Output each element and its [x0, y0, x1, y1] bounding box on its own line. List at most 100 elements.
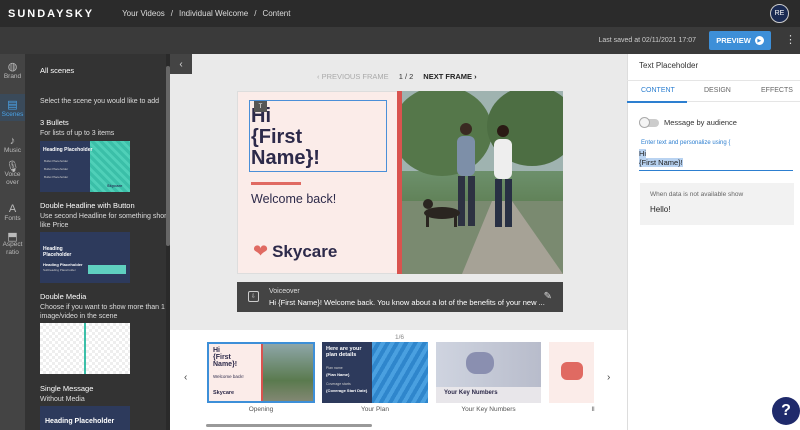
scene-title: Double Headline with Button: [40, 201, 135, 210]
next-frame-button[interactable]: NEXT FRAME ›: [423, 72, 476, 81]
app-logo[interactable]: SUNDAYSKY: [8, 8, 94, 20]
rail-item-music[interactable]: ♪ Music: [0, 135, 25, 154]
rail-label: Music: [4, 147, 21, 154]
palette-icon: ◍: [7, 61, 18, 73]
rail-item-fonts[interactable]: A Fonts: [0, 203, 25, 222]
toggle-knob[interactable]: [639, 117, 650, 128]
collapse-panel-icon[interactable]: ‹: [170, 54, 192, 74]
panel-title: Text Placeholder: [639, 61, 699, 70]
mic-icon: 🎙: [5, 161, 20, 173]
breadcrumb: Your Videos / Individual Welcome / Conte…: [122, 9, 290, 18]
toggle-label: Message by audience: [664, 118, 737, 127]
help-button[interactable]: ?: [772, 397, 800, 425]
text-field-label: Enter text and personalize using {: [641, 140, 731, 146]
text-selection-box[interactable]: [249, 100, 387, 172]
thumb-brand: Skycare: [107, 183, 123, 188]
rail-item-brand[interactable]: ◍ Brand: [0, 60, 25, 80]
scene-3-bullets[interactable]: 3 Bullets For lists of up to 3 items: [40, 118, 170, 138]
thumb-text: Coverage starts: [326, 382, 351, 386]
preview-label: PREVIEW: [716, 36, 751, 45]
fallback-box: [640, 183, 794, 225]
tab-effects[interactable]: EFFECTS: [761, 87, 793, 94]
voiceover-label: Voiceover: [269, 288, 300, 295]
rail-label: Brand: [3, 73, 22, 80]
scene-title: 3 Bullets: [40, 118, 69, 127]
scene-single-message[interactable]: Single Message Without Media: [40, 384, 170, 404]
rail-label: Scenes: [1, 111, 24, 118]
play-icon: ▶: [754, 36, 764, 45]
thumb-text: Here are your plan details: [326, 346, 362, 358]
voiceover-icon: ⇩: [248, 291, 259, 302]
scene-thumb-double-media[interactable]: [40, 323, 130, 374]
thumb-heading-2: Heading Placeholder: [43, 262, 83, 267]
scenes-panel: All scenes Select the scene you would li…: [25, 54, 170, 430]
scenes-title: All scenes: [40, 66, 75, 75]
thumb-text: {First: [213, 354, 231, 361]
filmstrip-counter: 1/6: [395, 334, 405, 341]
voiceover-bar[interactable]: ⇩ Voiceover Hi {First Name}! Welcome bac…: [237, 282, 563, 312]
edit-voiceover-icon[interactable]: ✎: [544, 291, 552, 302]
thumb-text: {Plan Name}: [326, 372, 350, 377]
brand-name: Skycare: [272, 241, 338, 261]
last-saved-text: Last saved at 02/11/2021 17:07: [598, 37, 696, 44]
welcome-text[interactable]: Welcome back!: [251, 192, 336, 206]
tab-content[interactable]: CONTENT: [641, 87, 675, 94]
previous-frame-button[interactable]: ‹ PREVIOUS FRAME: [317, 72, 389, 81]
filmstrip-thumb-partial[interactable]: [549, 342, 594, 403]
filmstrip-thumb-key-numbers[interactable]: Your Key Numbers: [436, 342, 541, 403]
scene-double-media[interactable]: Double Media Choose if you want to show …: [40, 292, 170, 321]
thumb-text: Hi: [213, 347, 220, 354]
filmstrip-next-icon[interactable]: ›: [607, 372, 610, 383]
more-options-icon[interactable]: ⋮: [785, 33, 796, 46]
thumb-subheading: Subheading Placeholder: [43, 268, 76, 272]
filmstrip-thumb-your-plan[interactable]: Here are your plan details Plan name {Pl…: [322, 342, 428, 403]
rail-label: Aspect ratio: [2, 241, 23, 256]
thumb-text: Plan name: [326, 366, 343, 370]
text-placeholder-icon[interactable]: T: [254, 101, 267, 112]
frame-counter: 1 / 2: [398, 72, 414, 81]
scene-media-image[interactable]: [402, 91, 563, 274]
scene-desc: Choose if you want to show more than 1 i…: [40, 304, 165, 320]
thumb-caption: Your Key Numbers: [461, 406, 516, 413]
aspect-icon: ⬒: [7, 231, 18, 243]
breadcrumb-content: Content: [262, 9, 291, 18]
filmstrip-scrollbar[interactable]: [206, 424, 372, 427]
thumb-brand: Skycare: [213, 390, 235, 396]
thumb-bullet: Bullet Placeholder: [44, 167, 69, 171]
thumb-caption: Your Plan: [361, 406, 389, 413]
brand-logo[interactable]: ❤ Skycare: [253, 241, 337, 262]
breadcrumb-individual-welcome[interactable]: Individual Welcome: [179, 9, 248, 18]
scene-double-headline[interactable]: Double Headline with Button Use second H…: [40, 201, 170, 230]
active-tab-indicator: [627, 101, 687, 103]
rail-item-scenes[interactable]: ▤ Scenes: [0, 94, 25, 121]
scene-desc: For lists of up to 3 items: [40, 130, 115, 137]
filmstrip-thumb-opening[interactable]: Hi {First Name}! Welcome back! Skycare: [207, 342, 315, 403]
thumb-caption: Il: [591, 406, 595, 413]
scene-thumb-3-bullets[interactable]: Heading Placeholder Bullet Placeholder B…: [40, 141, 130, 192]
rail-label: Voice over: [4, 171, 21, 186]
tab-design[interactable]: DESIGN: [704, 87, 731, 94]
text-editor-field[interactable]: Hi {First Name}!: [639, 149, 793, 171]
user-avatar[interactable]: RE: [770, 4, 789, 23]
thumb-heading: Heading Placeholder: [45, 418, 115, 425]
fonts-icon: A: [8, 203, 17, 215]
thumb-text: Your Key Numbers: [444, 390, 498, 396]
filmstrip-prev-icon[interactable]: ‹: [184, 372, 187, 383]
editor-line: {First Name}!: [639, 158, 683, 167]
preview-button[interactable]: PREVIEW ▶: [709, 31, 771, 50]
heart-logo-icon: ❤: [253, 241, 269, 261]
thumb-text: {Coverage Start Date}: [326, 388, 368, 393]
top-bar: SUNDAYSKY Your Videos / Individual Welco…: [0, 0, 800, 27]
rail-label: Fonts: [4, 215, 21, 222]
couple-walking-photo: [402, 91, 563, 274]
scene-thumb-single-message[interactable]: Heading Placeholder: [40, 406, 130, 430]
scene-title: Single Message: [40, 384, 94, 393]
scene-desc: Use second Headline for something short …: [40, 213, 169, 229]
breadcrumb-your-videos[interactable]: Your Videos: [122, 9, 165, 18]
thumb-heading: Heading Placeholder: [43, 246, 72, 258]
scene-thumb-double-headline[interactable]: Heading Placeholder Heading Placeholder …: [40, 232, 130, 283]
rail-item-voice-over[interactable]: 🎙 Voice over: [0, 161, 25, 187]
rail-item-aspect-ratio[interactable]: ⬒ Aspect ratio: [0, 231, 25, 257]
accent-line: [251, 182, 301, 185]
fallback-value-input[interactable]: Hello!: [650, 205, 670, 214]
